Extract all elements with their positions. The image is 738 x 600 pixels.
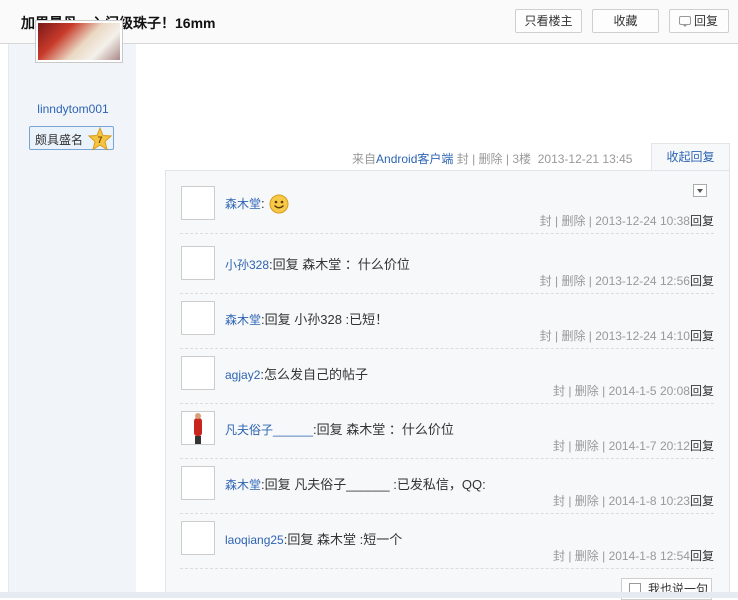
comment-text: 怎么发自己的帖子 xyxy=(264,367,369,382)
commenter-name[interactable]: 森木堂 xyxy=(225,313,261,327)
collapse-replies-button[interactable]: 收起回复 xyxy=(651,143,730,171)
author-avatar-image xyxy=(38,23,120,60)
post-meta: 来自Android客户端 封 | 删除 | 3楼 2013-12-21 13:4… xyxy=(352,152,633,166)
smiley-emoji-icon xyxy=(269,194,289,214)
commenter-name[interactable]: 森木堂 xyxy=(225,197,261,211)
comment-body: 森木堂: xyxy=(225,194,289,214)
commenter-avatar[interactable] xyxy=(181,301,215,335)
meta-delete[interactable]: 删除 xyxy=(479,152,503,166)
badge-label: 颇具盛名 xyxy=(35,133,84,147)
comment-meta: 封 | 删除 | 2014-1-5 20:08 xyxy=(553,384,690,398)
comment-item: 森木堂: 封 | 删除 | 2013-12-24 10:38回复 xyxy=(180,186,714,241)
comment-text: 回复 森木堂 ：什么价位 xyxy=(272,257,410,272)
author-name-link[interactable]: linndytom001 xyxy=(9,102,137,116)
comment-divider xyxy=(180,293,714,294)
avatar-figure xyxy=(194,413,202,444)
comment-item: agjay2:怎么发自己的帖子封 | 删除 | 2014-1-5 20:08回复 xyxy=(180,356,714,411)
commenter-avatar[interactable] xyxy=(181,466,215,500)
reply-button[interactable]: 回复 xyxy=(669,9,729,33)
comment-text: 回复 凡夫俗子______ :已发私信，QQ: xyxy=(264,477,486,492)
comment-body: 凡夫俗子______:回复 森木堂 ：什么价位 xyxy=(225,422,454,437)
author-level-badge[interactable]: 颇具盛名 7 xyxy=(29,126,114,151)
comment-meta: 封 | 删除 | 2014-1-8 12:54 xyxy=(553,549,690,563)
favorite-button[interactable]: 收藏 xyxy=(592,9,659,33)
comment-footer: 封 | 删除 | 2014-1-8 12:54回复 xyxy=(553,547,714,564)
page-bottom-strip xyxy=(0,592,738,598)
commenter-name[interactable]: 小孙328 xyxy=(225,258,269,272)
comment-reply-link[interactable]: 回复 xyxy=(690,494,714,508)
commenter-avatar[interactable] xyxy=(181,356,215,390)
commenter-name[interactable]: 森木堂 xyxy=(225,478,261,492)
comment-reply-link[interactable]: 回复 xyxy=(690,329,714,343)
comment-text: 回复 小孙328 :已短！ xyxy=(264,312,389,327)
comment-divider xyxy=(180,458,714,459)
comment-meta: 封 | 删除 | 2013-12-24 12:56 xyxy=(539,274,690,288)
comment-meta: 封 | 删除 | 2014-1-7 20:12 xyxy=(553,439,690,453)
comment-divider xyxy=(180,403,714,404)
comment-item: 凡夫俗子______:回复 森木堂 ：什么价位封 | 删除 | 2014-1-7… xyxy=(180,411,714,466)
comment-reply-link[interactable]: 回复 xyxy=(690,384,714,398)
speech-bubble-icon xyxy=(679,16,691,27)
comment-item: 森木堂:回复 凡夫俗子______ :已发私信，QQ: 封 | 删除 | 2014… xyxy=(180,466,714,521)
meta-seal[interactable]: 封 xyxy=(457,152,469,166)
comment-body: agjay2:怎么发自己的帖子 xyxy=(225,367,369,382)
meta-from-prefix: 来自 xyxy=(352,152,377,166)
client-link[interactable]: Android客户端 xyxy=(376,152,453,166)
comment-reply-link[interactable]: 回复 xyxy=(690,549,714,563)
comment-body: 森木堂:回复 凡夫俗子______ :已发私信，QQ: xyxy=(225,477,486,492)
level-number: 7 xyxy=(97,135,102,145)
comment-meta: 封 | 删除 | 2014-1-8 10:23 xyxy=(553,494,690,508)
commenter-avatar[interactable] xyxy=(181,521,215,555)
comment-item: laoqiang25:回复 森木堂 :短一个封 | 删除 | 2014-1-8 … xyxy=(180,521,714,576)
comment-meta: 封 | 删除 | 2013-12-24 14:10 xyxy=(539,329,690,343)
comment-footer: 封 | 删除 | 2014-1-7 20:12回复 xyxy=(553,437,714,454)
comment-reply-link[interactable]: 回复 xyxy=(690,214,714,228)
only-op-button[interactable]: 只看楼主 xyxy=(515,9,582,33)
comment-body: 小孙328:回复 森木堂 ：什么价位 xyxy=(225,257,410,272)
comment-reply-link[interactable]: 回复 xyxy=(690,439,714,453)
comment-footer: 封 | 删除 | 2013-12-24 10:38回复 xyxy=(540,212,714,229)
commenter-name[interactable]: 凡夫俗子______ xyxy=(225,423,313,437)
comment-footer: 封 | 删除 | 2013-12-24 14:10回复 xyxy=(540,327,714,344)
comment-divider xyxy=(180,568,714,569)
commenter-avatar[interactable] xyxy=(181,411,215,445)
comment-footer: 封 | 删除 | 2014-1-8 10:23回复 xyxy=(553,492,714,509)
comment-footer: 封 | 删除 | 2013-12-24 12:56回复 xyxy=(540,272,714,289)
author-avatar[interactable] xyxy=(35,20,123,63)
author-sidebar: linndytom001 颇具盛名 7 xyxy=(8,20,137,598)
commenter-name[interactable]: agjay2 xyxy=(225,368,260,382)
commenter-name[interactable]: laoqiang25 xyxy=(225,533,284,547)
meta-time: 2013-12-21 13:45 xyxy=(537,152,633,166)
comment-divider xyxy=(180,513,714,514)
comment-meta: 封 | 删除 | 2013-12-24 10:38 xyxy=(539,214,690,228)
commenter-avatar[interactable] xyxy=(181,186,215,220)
comment-text: 回复 森木堂 ：什么价位 xyxy=(316,422,454,437)
comment-item: 小孙328:回复 森木堂 ：什么价位封 | 删除 | 2013-12-24 12… xyxy=(180,246,714,301)
comment-divider xyxy=(180,348,714,349)
comment-body: laoqiang25:回复 森木堂 :短一个 xyxy=(225,532,403,547)
comment-item: 森木堂:回复 小孙328 :已短！ 封 | 删除 | 2013-12-24 14:… xyxy=(180,301,714,356)
reply-button-label: 回复 xyxy=(693,14,718,28)
comment-footer: 封 | 删除 | 2014-1-5 20:08回复 xyxy=(553,382,714,399)
comment-body: 森木堂:回复 小孙328 :已短！ xyxy=(225,312,389,327)
commenter-avatar[interactable] xyxy=(181,246,215,280)
comment-divider xyxy=(180,233,714,234)
comment-text: 回复 森木堂 :短一个 xyxy=(287,532,403,547)
comment-reply-link[interactable]: 回复 xyxy=(690,274,714,288)
level-star-icon: 7 xyxy=(88,127,112,151)
meta-floor: 3楼 xyxy=(512,152,532,166)
